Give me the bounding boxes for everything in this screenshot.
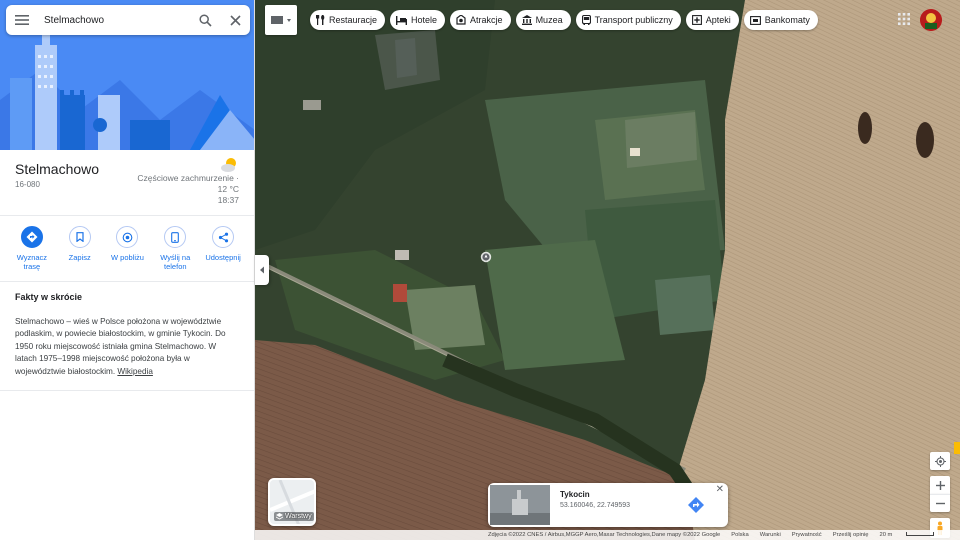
action-bar: Wyznacz trasę Zapisz W pobliżu Wyślij na…	[0, 215, 254, 277]
chip-label: Apteki	[705, 15, 731, 25]
close-icon[interactable]	[220, 5, 250, 35]
directions-icon[interactable]	[687, 496, 705, 519]
chip-atms[interactable]: Bankomaty	[743, 10, 818, 30]
terms-link[interactable]: Warunki	[760, 532, 781, 538]
chip-label: Hotele	[411, 15, 438, 25]
side-panel: Stelmachowo 16-080 Częściowe zachmurzeni…	[0, 0, 255, 540]
museum-icon	[521, 15, 532, 25]
location-coordinates: 53.160046, 22.749593	[560, 502, 631, 509]
avatar[interactable]	[920, 9, 942, 31]
chip-label: Transport publiczny	[594, 15, 673, 25]
chip-label: Atrakcje	[470, 15, 503, 25]
chip-transit[interactable]: Transport publiczny	[575, 10, 681, 30]
collapse-panel-button[interactable]	[255, 255, 269, 285]
layers-icon	[276, 513, 283, 520]
share-button[interactable]: Udostępnij	[201, 226, 245, 277]
wikipedia-link[interactable]: Wikipedia	[117, 367, 153, 376]
close-icon[interactable]: ✕	[716, 484, 724, 495]
zoom-out-button[interactable]	[930, 494, 950, 512]
atm-icon	[749, 15, 761, 25]
minus-icon	[935, 502, 945, 505]
action-label: Wyślij na telefon	[160, 253, 191, 271]
search-icon[interactable]	[190, 5, 220, 35]
weather-widget: Częściowe zachmurzenie · 12 °C 18:37	[109, 157, 239, 206]
share-icon	[212, 226, 235, 248]
chip-hotels[interactable]: Hotele	[390, 10, 446, 30]
directions-icon	[20, 226, 43, 248]
apps-grid-icon[interactable]	[898, 12, 910, 30]
satellite-map[interactable]: Restauracje Hotele Atrakcje Muzea Transp…	[255, 0, 960, 540]
quick-facts-section: Fakty w skrócie Stelmachowo – wieś w Pol…	[0, 281, 254, 391]
country-link[interactable]: Polska	[731, 532, 748, 538]
action-label: Wyznacz trasę	[16, 253, 48, 271]
imagery-credits: Zdjęcia ©2022 CNES / Airbus,MGGP Aero,Ma…	[488, 532, 721, 538]
scale-line	[906, 532, 935, 537]
chevron-left-icon	[260, 266, 264, 274]
satellite-imagery	[255, 0, 960, 540]
action-label: Udostępnij	[205, 253, 241, 262]
chip-pharmacies[interactable]: Apteki	[685, 10, 739, 30]
map-attribution-bar: Zdjęcia ©2022 CNES / Airbus,MGGP Aero,Ma…	[255, 530, 960, 540]
menu-icon[interactable]	[6, 5, 38, 35]
chip-label: Bankomaty	[764, 15, 810, 25]
layers-label: Warstwy	[285, 513, 312, 520]
chip-museums[interactable]: Muzea	[515, 10, 571, 30]
fork-knife-icon	[316, 15, 325, 25]
layers-button[interactable]: Warstwy	[268, 478, 316, 526]
chip-label: Muzea	[535, 15, 563, 25]
partly-cloudy-icon	[221, 158, 236, 172]
place-postal-code: 16-080	[15, 180, 40, 189]
chip-label: Restauracje	[329, 15, 378, 25]
feedback-link[interactable]: Prześlij opinię	[833, 532, 869, 538]
my-location-button[interactable]	[930, 452, 950, 470]
pharmacy-icon	[691, 15, 702, 25]
nearby-button[interactable]: W pobliżu	[105, 226, 149, 277]
chip-restaurants[interactable]: Restauracje	[310, 10, 386, 30]
place-title: Stelmachowo	[15, 161, 100, 177]
scale-bar[interactable]: 20 m	[879, 532, 945, 538]
bus-icon	[581, 15, 591, 25]
weather-temperature: 12 °C	[217, 184, 239, 194]
map-controls	[930, 452, 950, 538]
weather-description: Częściowe zachmurzenie ·	[137, 173, 239, 183]
bookmark-icon	[68, 226, 91, 248]
plus-icon	[935, 480, 945, 490]
zoom-in-button[interactable]	[930, 476, 950, 494]
location-thumbnail	[490, 485, 550, 525]
landmark-icon	[480, 251, 492, 263]
chip-attractions[interactable]: Atrakcje	[450, 10, 511, 30]
street-view-peek-tab[interactable]	[954, 442, 960, 454]
search-box[interactable]	[6, 5, 250, 35]
action-label: Zapisz	[68, 253, 91, 262]
crosshair-icon	[934, 455, 946, 467]
directions-button[interactable]: Wyznacz trasę	[10, 226, 54, 277]
search-input[interactable]	[44, 14, 190, 26]
phone-icon	[164, 226, 187, 248]
action-label: W pobliżu	[111, 253, 144, 262]
location-info-card[interactable]: Tykocin 53.160046, 22.749593 ✕	[488, 483, 728, 527]
quick-facts-text: Stelmachowo – wieś w Polsce położona w w…	[15, 316, 240, 378]
privacy-link[interactable]: Prywatność	[792, 532, 822, 538]
save-button[interactable]: Zapisz	[58, 226, 102, 277]
bed-icon	[396, 15, 408, 25]
quick-facts-heading: Fakty w skrócie	[15, 292, 83, 302]
send-to-phone-button[interactable]: Wyślij na telefon	[153, 226, 197, 277]
location-name: Tykocin	[560, 490, 590, 499]
scale-label: 20 m	[879, 532, 893, 538]
keyboard-icon	[271, 16, 291, 24]
weather-time: 18:37	[217, 195, 239, 205]
nearby-icon	[116, 226, 139, 248]
map-poi-marker[interactable]	[480, 250, 492, 268]
category-chips: Restauracje Hotele Atrakcje Muzea Transp…	[310, 10, 818, 30]
map-type-button[interactable]	[265, 5, 297, 35]
camera-icon	[456, 15, 466, 25]
